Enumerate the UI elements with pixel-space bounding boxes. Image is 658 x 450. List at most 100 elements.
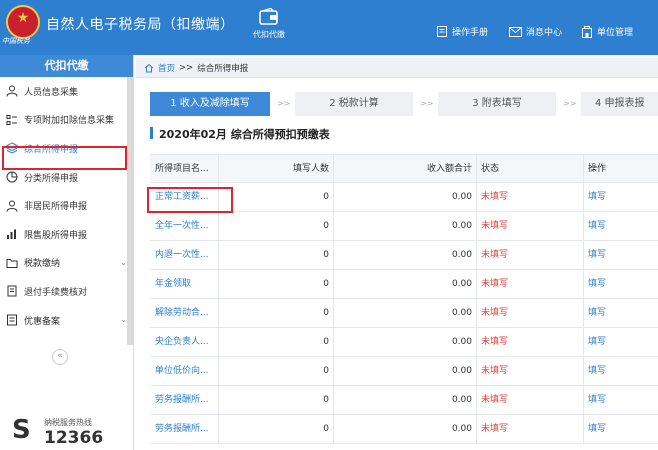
income-item-link[interactable]: 劳务报酬所...: [150, 415, 218, 443]
income-item-link[interactable]: 解除劳动合...: [150, 299, 218, 327]
folder-icon: [6, 258, 18, 268]
home-icon: [144, 63, 154, 72]
table-body: 正常工资薪... 0 0.00 未填写 填写 全年一次性... 0 0.00 未填写 填写 内退一次…: [150, 183, 658, 444]
fill-count-cell: 0: [218, 212, 333, 240]
building-icon: [582, 25, 592, 38]
status-cell: 未填写: [476, 241, 583, 269]
sidebar-item-label: 税款缴纳: [24, 259, 61, 270]
fill-count-cell: 0: [218, 386, 333, 414]
fill-action-link[interactable]: 填写: [583, 270, 658, 298]
column-header: 收入额合计: [333, 155, 476, 182]
income-item-link[interactable]: 央企负责人...: [150, 328, 218, 356]
income-total-cell: 0.00: [333, 415, 476, 443]
module-withholding[interactable]: 代扣代缴: [246, 8, 292, 40]
bar-chart-icon: [7, 229, 16, 240]
step-schedule-entry[interactable]: 3 附表填写: [438, 92, 556, 116]
sidebar-item-label: 分类所得申报: [24, 173, 79, 184]
table-row: 劳务报酬所... 0 0.00 未填写 填写: [150, 386, 658, 415]
fill-action-link[interactable]: 填写: [583, 357, 658, 385]
manual-link[interactable]: 操作手册: [436, 25, 488, 38]
sidebar-item-refund-fee[interactable]: 退付手续费核对: [0, 277, 133, 306]
breadcrumb-home-link[interactable]: 首页: [158, 62, 175, 74]
unit-management-label: 单位管理: [597, 28, 634, 38]
income-total-cell: 0.00: [333, 183, 476, 211]
sidebar-item-label: 退付手续费核对: [24, 287, 88, 298]
table-row: 内退一次性... 0 0.00 未填写 填写: [150, 241, 658, 270]
step-separator: >>: [563, 99, 577, 108]
sidebar-title: 代扣代缴: [0, 55, 133, 77]
step-report-submit[interactable]: 4 申报表报: [581, 92, 658, 116]
breadcrumb: 首页 >> 综合所得申报: [136, 58, 658, 78]
table-row: 年金领取 0 0.00 未填写 填写: [150, 270, 658, 299]
sidebar-item-tax-payment[interactable]: 税款缴纳 ⌄: [0, 249, 133, 278]
sidebar-item-special-deduction[interactable]: 专项附加扣除信息采集: [0, 106, 133, 135]
sidebar-item-person-info[interactable]: 人员信息采集: [0, 77, 133, 106]
chevron-down-icon: ⌄: [120, 257, 127, 267]
table-header-row: 所得项目名... 填写人数 收入额合计 状态 操作: [150, 154, 658, 183]
table-row: 单位低价向... 0 0.00 未填写 填写: [150, 357, 658, 386]
income-item-link[interactable]: 年金领取: [150, 270, 218, 298]
sidebar-item-restricted-stock[interactable]: 限售股所得申报: [0, 220, 133, 249]
step-wizard: 1 收入及减除填写 >> 2 税款计算 >> 3 附表填写 >> 4 申报表报: [150, 92, 658, 116]
service-hotline: S 纳税服务热线 12366: [12, 411, 132, 450]
highlight-box-row: [147, 187, 233, 213]
fill-count-cell: 0: [218, 357, 333, 385]
fill-action-link[interactable]: 填写: [583, 299, 658, 327]
status-cell: 未填写: [476, 299, 583, 327]
income-total-cell: 0.00: [333, 212, 476, 240]
person-icon: [6, 85, 18, 97]
tax-emblem-logo: ★: [6, 5, 40, 39]
column-header: 操作: [583, 155, 658, 182]
document-icon: [7, 285, 17, 297]
pie-icon: [6, 171, 18, 183]
fill-count-cell: 0: [218, 299, 333, 327]
step-separator: >>: [420, 99, 434, 108]
hotline-label: 纳税服务热线: [44, 418, 92, 427]
fill-action-link[interactable]: 填写: [583, 212, 658, 240]
highlight-box-menu: [2, 146, 127, 170]
income-item-link[interactable]: 劳务报酬所...: [150, 386, 218, 414]
status-cell: 未填写: [476, 415, 583, 443]
fill-action-link[interactable]: 填写: [583, 415, 658, 443]
form-title-text: 2020年02月 综合所得预扣预缴表: [159, 128, 330, 141]
fill-count-cell: 0: [218, 415, 333, 443]
unit-management-link[interactable]: 单位管理: [581, 25, 633, 38]
chevron-down-icon: ⌄: [120, 314, 127, 324]
hotline-number: 12366: [44, 428, 104, 448]
sidebar-scrollbar[interactable]: [127, 77, 133, 345]
fill-action-link[interactable]: 填写: [583, 328, 658, 356]
message-center-link[interactable]: 消息中心: [509, 25, 562, 38]
table-row: 央企负责人... 0 0.00 未填写 填写: [150, 328, 658, 357]
sidebar: 代扣代缴 人员信息采集 专项附加扣除信息采集 综合所得申报 分类所得申报 非居民…: [0, 55, 134, 450]
app-title: 自然人电子税务局（扣缴端）: [46, 17, 235, 33]
income-item-link[interactable]: 全年一次性...: [150, 212, 218, 240]
app-header: ★ 中国税务 自然人电子税务局（扣缴端） 代扣代缴 操作手册 消息中心 单位管理: [0, 0, 658, 55]
income-total-cell: 0.00: [333, 241, 476, 269]
fill-action-link[interactable]: 填写: [583, 241, 658, 269]
income-total-cell: 0.00: [333, 299, 476, 327]
income-item-link[interactable]: 单位低价向...: [150, 357, 218, 385]
step-tax-calculation[interactable]: 2 税款计算: [295, 92, 413, 116]
collapse-sidebar-button[interactable]: «: [52, 349, 68, 365]
status-cell: 未填写: [476, 328, 583, 356]
fill-action-link[interactable]: 填写: [583, 183, 658, 211]
fill-count-cell: 0: [218, 328, 333, 356]
status-cell: 未填写: [476, 270, 583, 298]
fill-count-cell: 0: [218, 183, 333, 211]
step-separator: >>: [277, 99, 291, 108]
fill-action-link[interactable]: 填写: [583, 386, 658, 414]
breadcrumb-separator: >>: [179, 62, 194, 73]
book-icon: [437, 26, 447, 37]
income-item-link[interactable]: 内退一次性...: [150, 241, 218, 269]
logo-text: 中国税务: [2, 37, 30, 45]
status-cell: 未填写: [476, 212, 583, 240]
income-total-cell: 0.00: [333, 328, 476, 356]
sidebar-item-preferential-filing[interactable]: 优惠备案 ⌄: [0, 306, 133, 335]
fill-count-cell: 0: [218, 241, 333, 269]
column-header: 填写人数: [218, 155, 333, 182]
step-income-entry[interactable]: 1 收入及减除填写: [150, 92, 270, 116]
sidebar-item-nonresident-income[interactable]: 非居民所得申报: [0, 191, 133, 220]
message-center-label: 消息中心: [526, 28, 563, 38]
income-total-cell: 0.00: [333, 386, 476, 414]
column-header: 状态: [476, 155, 583, 182]
